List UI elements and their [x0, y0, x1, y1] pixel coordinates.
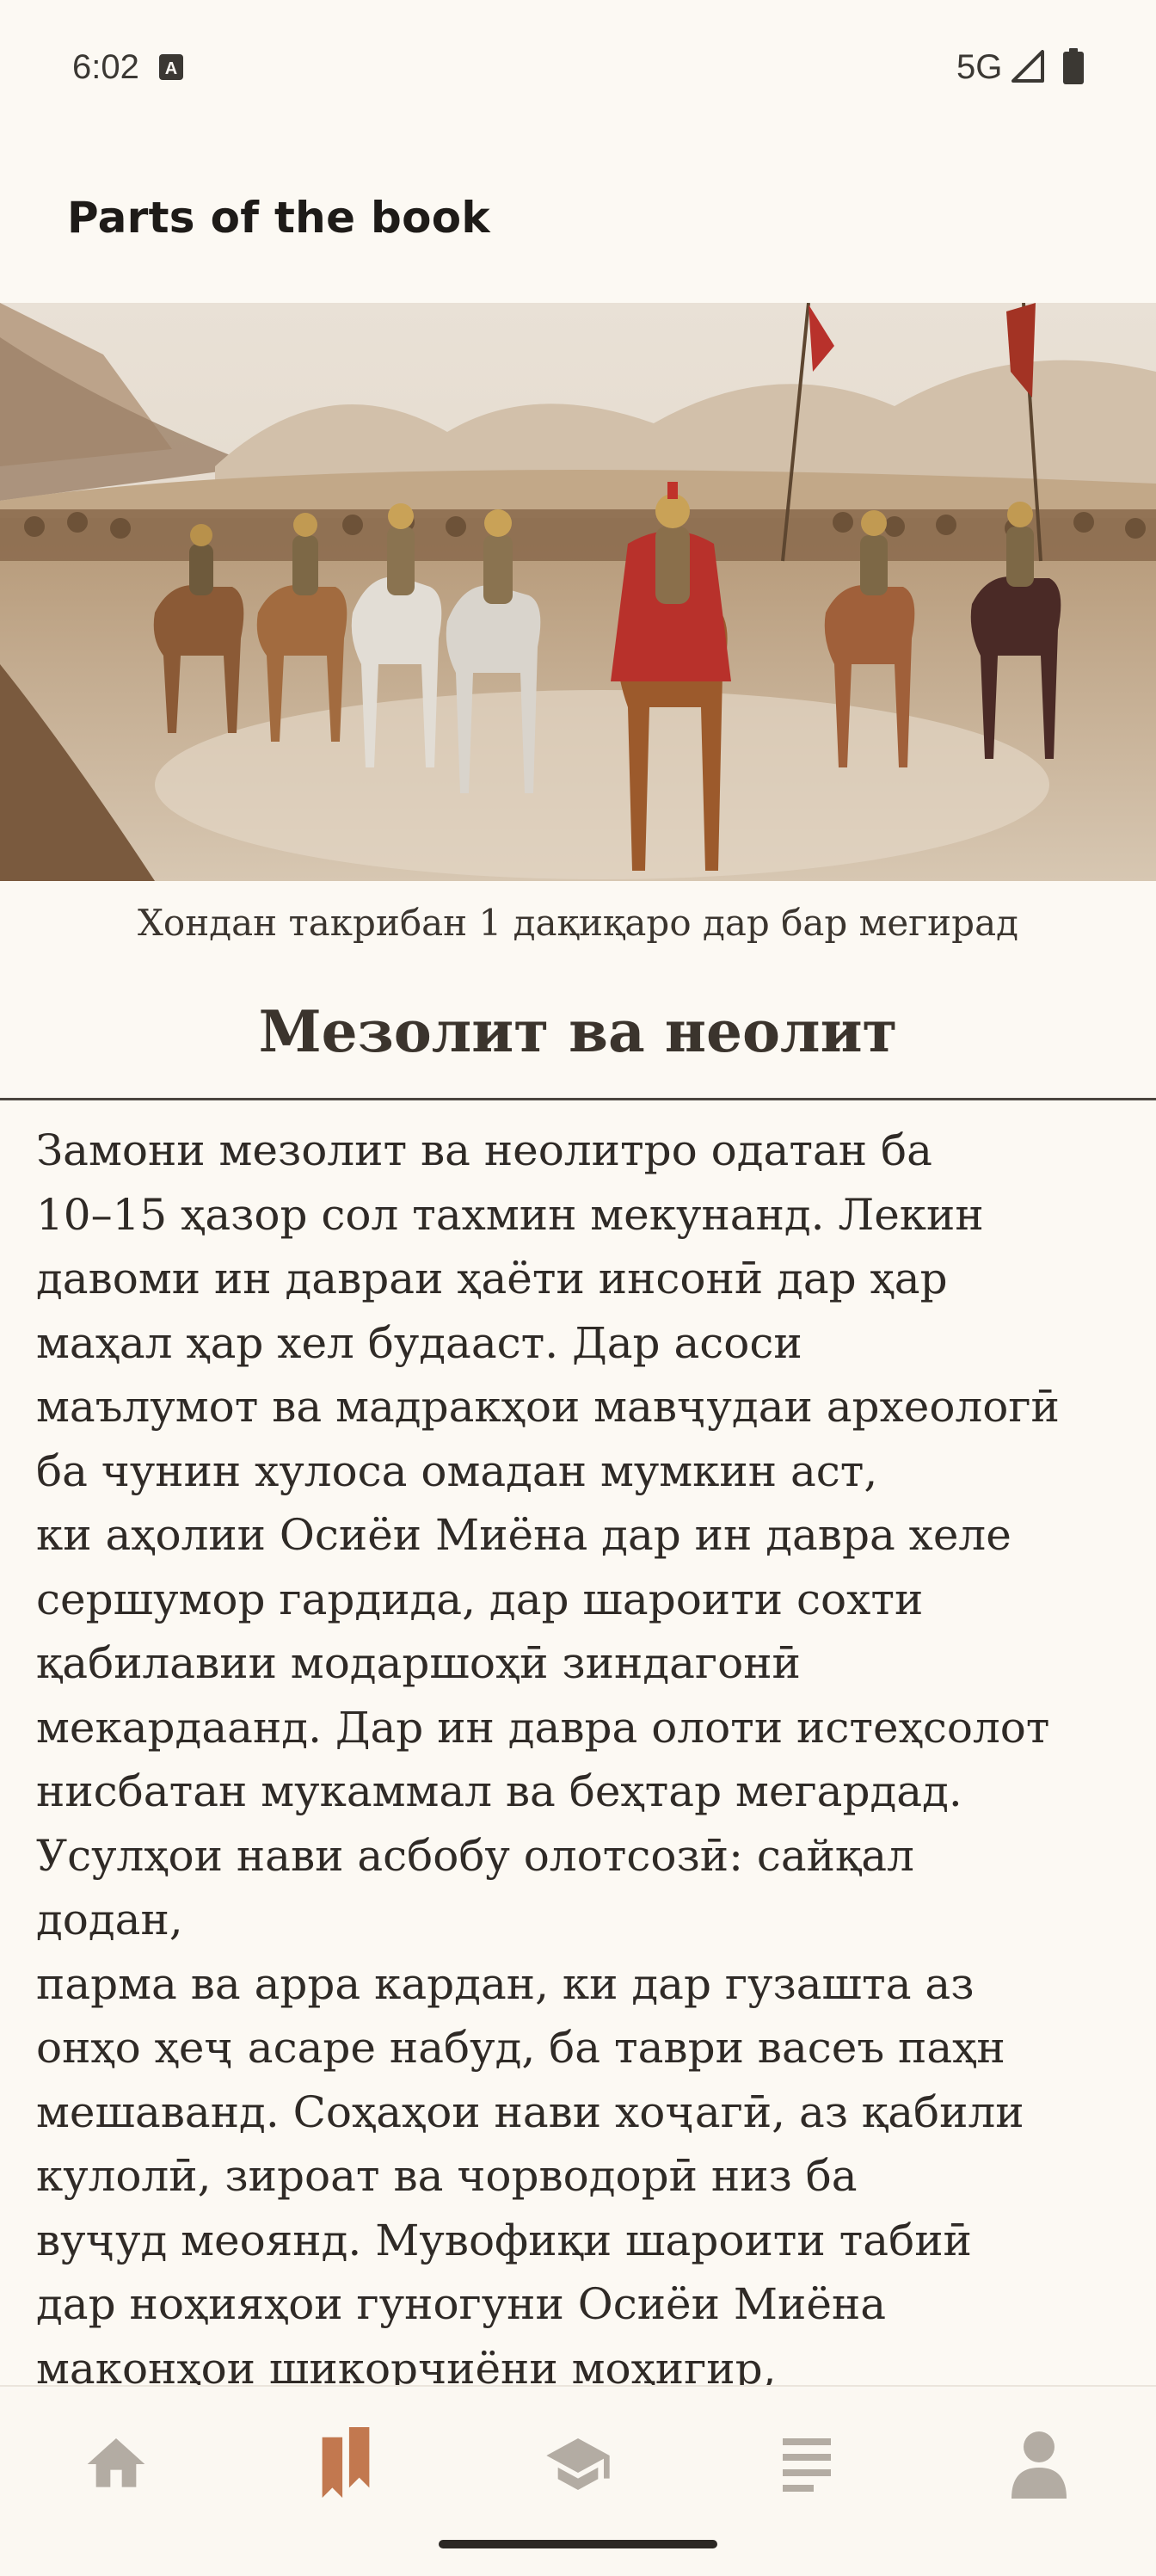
- text-line: мешаванд. Соҳаҳои нави хоҷагӣ, аз қабили: [36, 2086, 1024, 2137]
- list-icon: [783, 2438, 831, 2492]
- status-time: 6:02: [72, 48, 139, 86]
- text-line: қабилавии модаршоҳӣ зиндагонӣ: [36, 1638, 801, 1688]
- text-line: вуҷуд меоянд. Мувофиқи шароити табиӣ: [36, 2215, 972, 2265]
- bookmarks-icon: [322, 2427, 370, 2499]
- divider: [0, 1098, 1156, 1100]
- text-line: дар ноҳияҳои гуногуни Осиёи Миёна: [36, 2279, 887, 2329]
- svg-text:A: A: [165, 59, 177, 78]
- graduation-cap-icon: [546, 2438, 610, 2490]
- nav-bookmarks[interactable]: [294, 2421, 397, 2507]
- text-line: Усулҳои нави асбобу олотсозӣ: сайқал: [36, 1830, 914, 1881]
- nav-profile[interactable]: [987, 2421, 1091, 2507]
- text-line: додан,: [36, 1895, 183, 1944]
- text-line: маконҳои шикорчиёни моҳигир,: [36, 2343, 777, 2386]
- signal-icon: [1012, 50, 1044, 83]
- text-line: давоми ин давраи ҳаёти инсонӣ дар ҳар: [36, 1254, 948, 1303]
- reading-time: Хондан такрибан 1 дақиқаро дар бар мегир…: [138, 902, 1018, 944]
- nav-home[interactable]: [65, 2421, 168, 2507]
- hero-image: [0, 303, 1156, 881]
- text-line: нисбатан мукаммал ва беҳтар мегардад.: [36, 1766, 962, 1816]
- text-line: ки аҳолии Осиёи Миёна дар ин давра хеле: [36, 1510, 1012, 1560]
- text-line: мекардаанд. Дар ин давра олоти истеҳсоло…: [36, 1702, 1050, 1753]
- a-icon: A: [159, 54, 183, 80]
- battery-icon: [1063, 48, 1084, 84]
- text-line: онҳо ҳеҷ асаре набуд, ба таври васеъ паҳ…: [36, 2023, 1005, 2073]
- network-label: 5G: [956, 48, 1003, 86]
- text-line: Замони мезолит ва неолитро одатан ба: [36, 1125, 932, 1175]
- page-title: Parts of the book: [67, 193, 490, 243]
- home-indicator[interactable]: [439, 2540, 717, 2548]
- chapter-title: Мезолит ва неолит: [258, 998, 898, 1065]
- nav-learn[interactable]: [526, 2421, 630, 2507]
- chapter-text: Замони мезолит ва неолитро одатан ба 10–…: [36, 1119, 1137, 2385]
- person-icon: [1012, 2431, 1067, 2499]
- text-line: маҳал ҳар хел будааст. Дар асоси: [36, 1317, 802, 1368]
- text-line: маълумот ва мадракҳои мавҷудаи археологӣ: [36, 1382, 1060, 1432]
- text-line: ба чунин хулоса омадан мумкин аст,: [36, 1445, 878, 1496]
- status-bar: 6:02 A 5G: [0, 0, 1156, 138]
- nav-list[interactable]: [755, 2421, 858, 2507]
- app-bar: Parts of the book: [0, 169, 1156, 303]
- hero-illustration: [0, 303, 1156, 881]
- text-line: кулолӣ, зироат ва чорводорӣ низ ба: [36, 2151, 858, 2201]
- text-line: сершумор гардида, дар шароити сохти: [36, 1574, 924, 1624]
- text-line: 10–15 ҳазор сол тахмин мекунанд. Лекин: [36, 1189, 984, 1240]
- text-line: парма ва арра кардан, ки дар гузашта аз: [36, 1958, 975, 2009]
- home-icon: [87, 2438, 145, 2487]
